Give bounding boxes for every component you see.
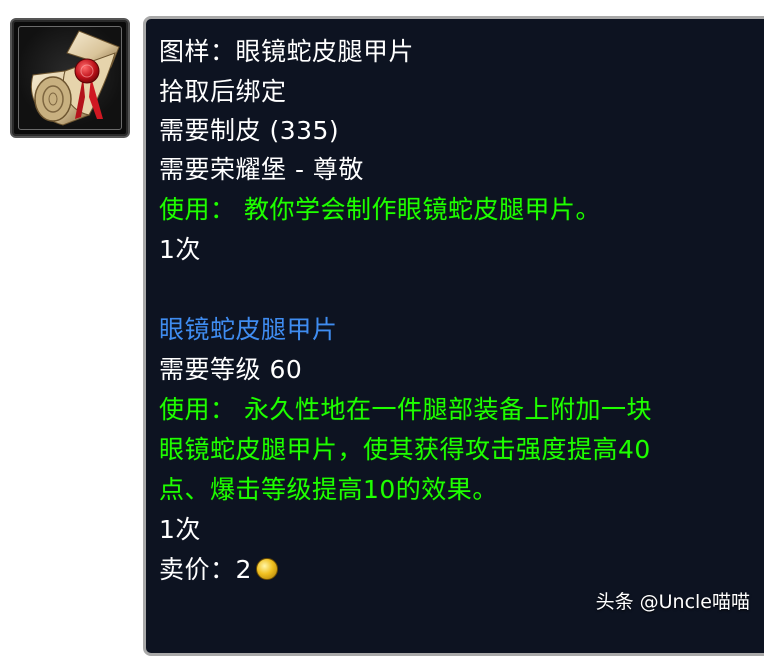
use-effect-line-3: 点、爆击等级提高10的效果。 [159,475,498,504]
use-effect-learn: 使用： 教你学会制作眼镜蛇皮腿甲片。 [159,195,601,224]
product-charges: 1次 [159,515,201,544]
sell-price-label: 卖价： [159,555,236,584]
required-skill: 需要制皮 (335) [159,116,340,145]
charges-text: 1次 [159,235,201,264]
sell-price-value: 2 [235,555,252,584]
use-effect-line-1: 使用： 永久性地在一件腿部装备上附加一块 [159,395,652,424]
bind-text: 拾取后绑定 [159,77,287,106]
sell-price: 卖价：2 [159,555,278,585]
use-effect-line-2: 眼镜蛇皮腿甲片，使其获得攻击强度提高40 [159,435,651,464]
required-reputation: 需要荣耀堡 - 尊敬 [159,155,364,184]
required-level: 需要等级 60 [159,355,303,384]
scroll-recipe-icon [18,26,122,130]
product-name[interactable]: 眼镜蛇皮腿甲片 [159,315,338,345]
item-icon-frame[interactable] [10,18,130,138]
watermark: 头条 @Uncle喵喵 [595,591,750,613]
gold-coin-icon [255,558,278,580]
item-title: 图样：眼镜蛇皮腿甲片 [159,37,415,66]
item-tooltip: 图样：眼镜蛇皮腿甲片 拾取后绑定 需要制皮 (335) 需要荣耀堡 - 尊敬 使… [143,16,764,656]
